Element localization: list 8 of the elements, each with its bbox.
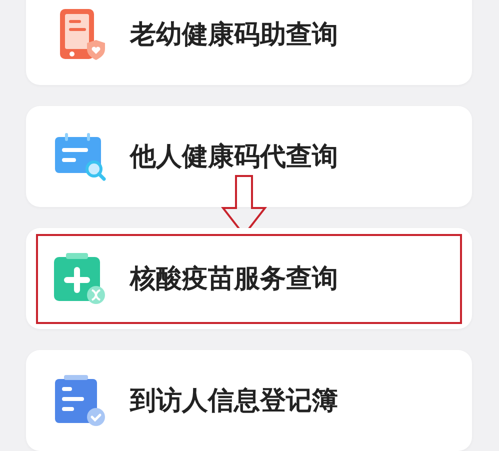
service-card[interactable]: 到访人信息登记簿: [26, 350, 472, 451]
service-card[interactable]: 核酸疫苗服务查询: [26, 228, 472, 329]
service-card[interactable]: 他人健康码代查询: [26, 106, 472, 207]
service-card[interactable]: 老幼健康码助查询: [26, 0, 472, 85]
service-label: 老幼健康码助查询: [130, 19, 338, 52]
service-label: 他人健康码代查询: [130, 141, 338, 174]
service-label: 到访人信息登记簿: [130, 385, 338, 418]
service-label: 核酸疫苗服务查询: [130, 263, 338, 296]
